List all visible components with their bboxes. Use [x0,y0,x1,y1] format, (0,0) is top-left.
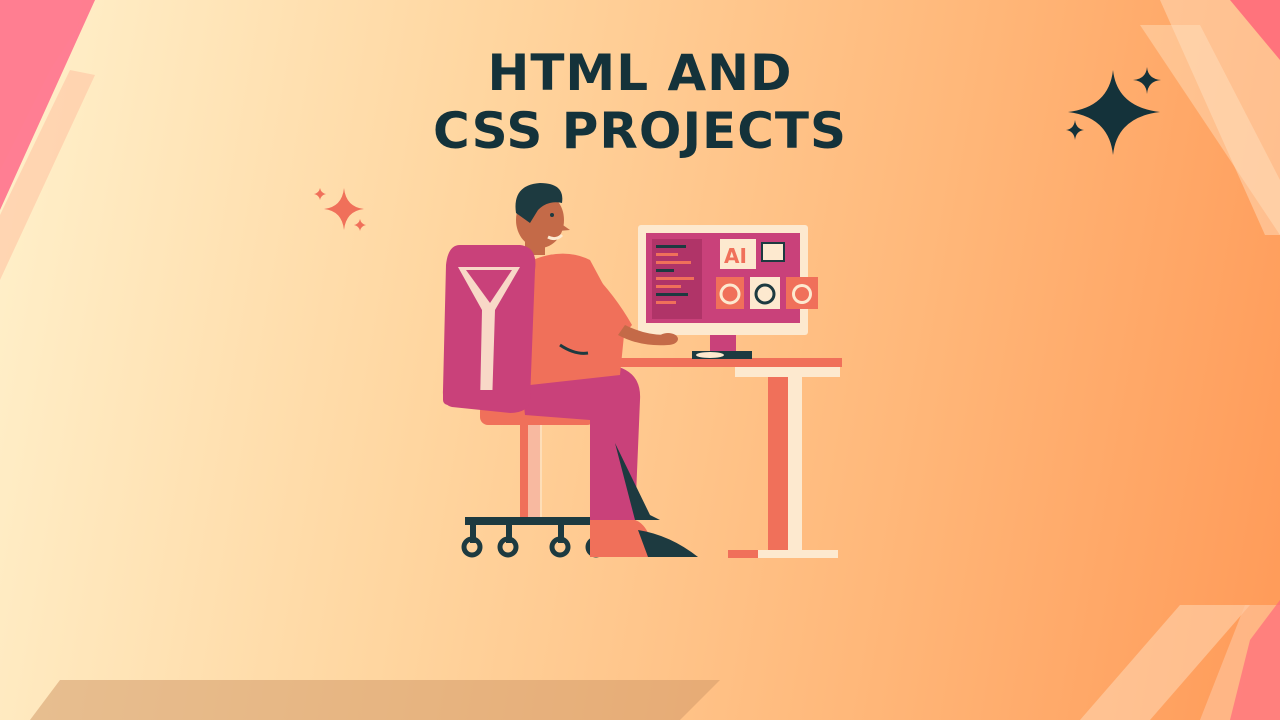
screen-ai-label: AI [724,244,747,268]
person-at-computer-illustration: AI [442,183,842,558]
sparkle-small-icon [314,188,366,231]
sparkle-large-icon [1066,67,1161,155]
